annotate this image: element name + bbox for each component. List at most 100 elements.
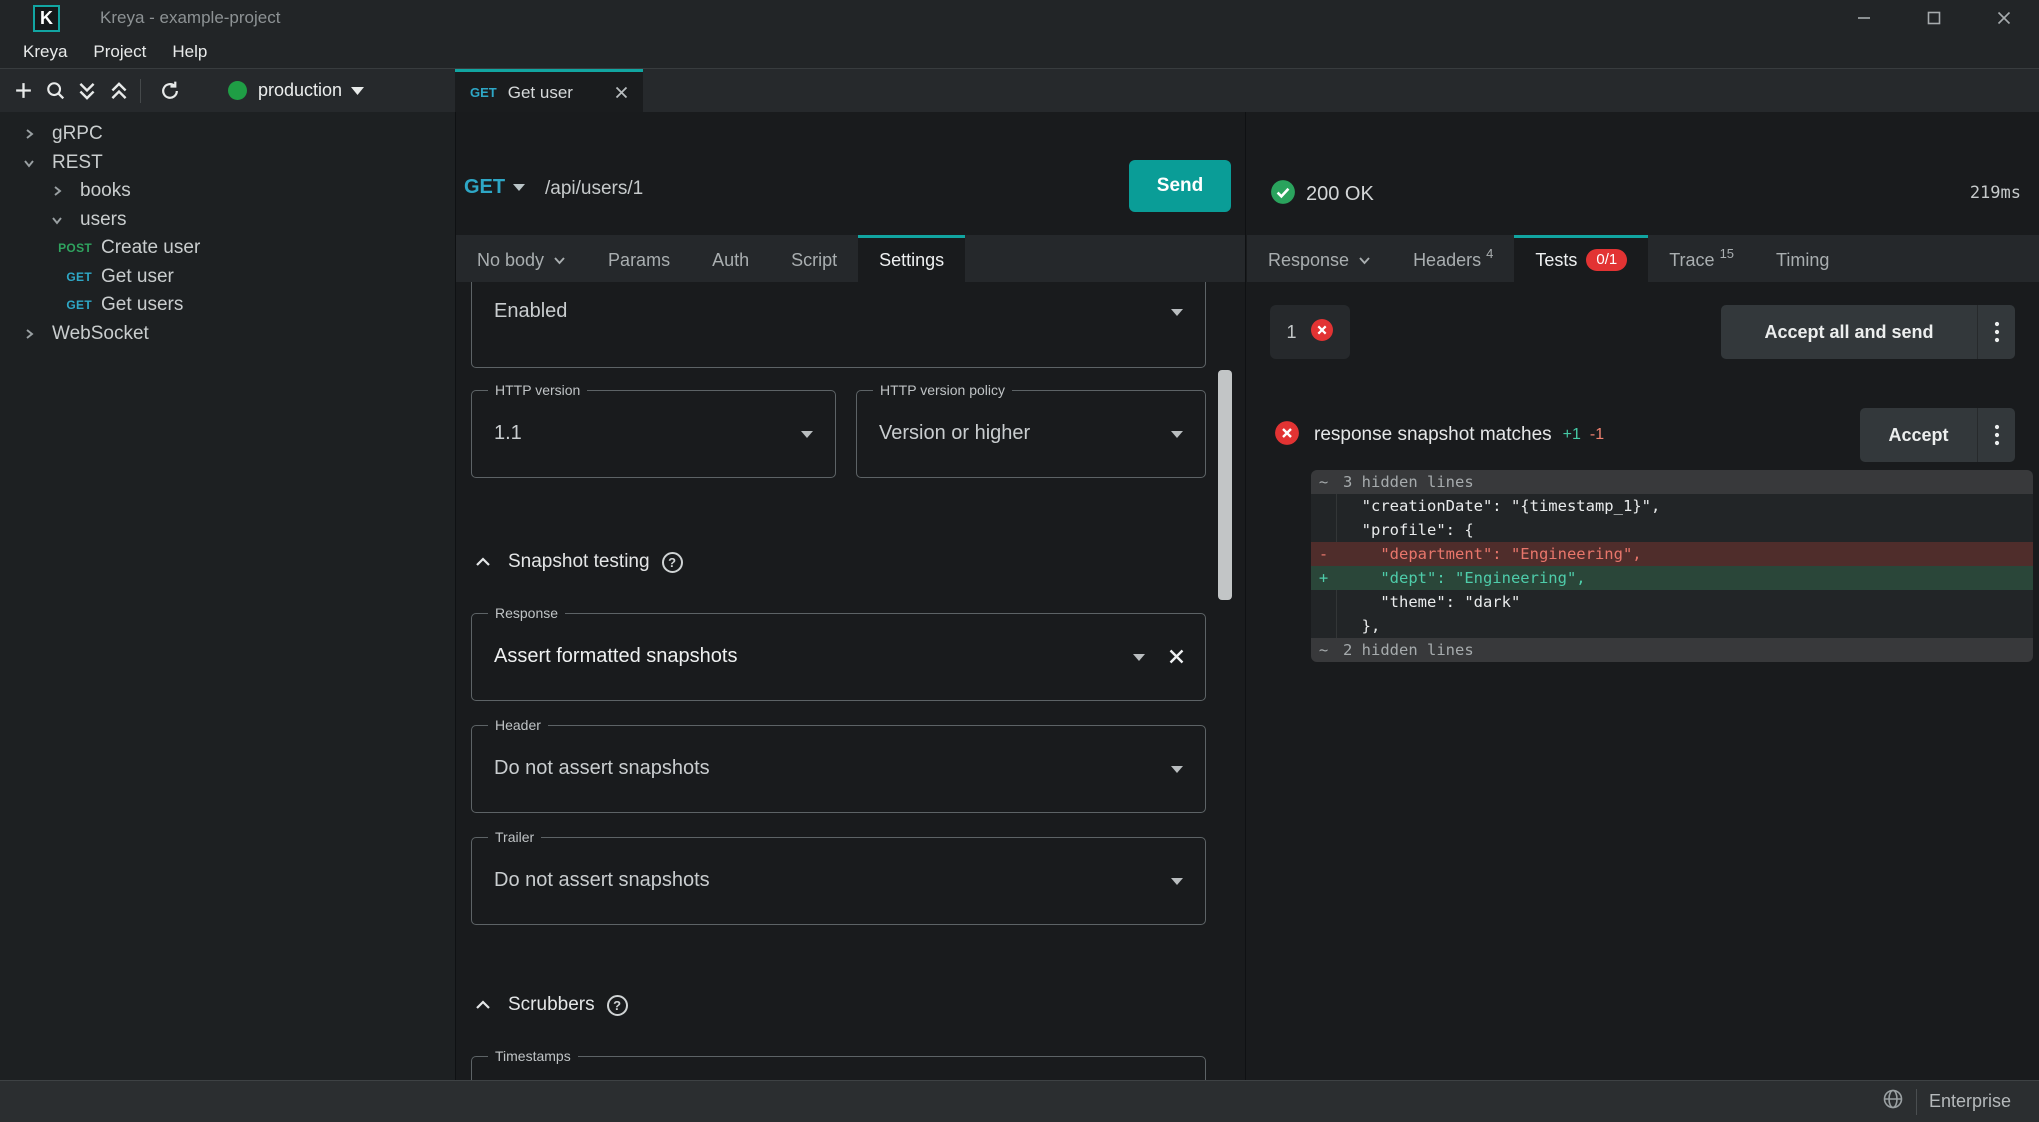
kebab-menu-icon[interactable] bbox=[1977, 408, 2015, 462]
tab-headers[interactable]: Headers4 bbox=[1392, 235, 1514, 282]
diff-code-text: 3 hidden lines bbox=[1337, 470, 1474, 494]
snapshot-diff-viewer: ~3 hidden lines "creationDate": "{timest… bbox=[1311, 470, 2033, 662]
test-result-row[interactable]: response snapshot matches +1 -1 bbox=[1274, 408, 1604, 462]
environment-status-dot bbox=[228, 81, 247, 100]
accept-all-and-send-button[interactable]: Accept all and send bbox=[1721, 305, 2015, 359]
chevron-right-icon[interactable] bbox=[50, 184, 64, 198]
response-status: 200 OK bbox=[1270, 179, 1374, 210]
trailer-snapshot-field[interactable]: Trailer Do not assert snapshots bbox=[471, 837, 1206, 925]
menu-kreya[interactable]: Kreya bbox=[10, 42, 80, 62]
tab-script[interactable]: Script bbox=[770, 235, 858, 282]
diff-line-hidden[interactable]: ~3 hidden lines bbox=[1311, 470, 2033, 494]
chevron-down-icon bbox=[1133, 654, 1145, 661]
chevron-down-icon bbox=[351, 87, 364, 95]
diff-removed-count: -1 bbox=[1590, 426, 1604, 444]
tab-response[interactable]: Response bbox=[1247, 235, 1392, 282]
top-strip: production GET Get user bbox=[0, 68, 2039, 112]
chevron-down-icon bbox=[513, 184, 525, 191]
tree-item-create-user[interactable]: POSTCreate user bbox=[0, 234, 455, 263]
accept-label: Accept bbox=[1860, 408, 1977, 462]
chevron-down-icon[interactable] bbox=[50, 213, 64, 227]
chevron-up-icon[interactable] bbox=[475, 557, 491, 567]
kebab-menu-icon[interactable] bbox=[1977, 305, 2015, 359]
tab-trace[interactable]: Trace15 bbox=[1648, 235, 1755, 282]
chevron-right-icon[interactable] bbox=[22, 127, 36, 141]
expand-all-icon[interactable] bbox=[107, 79, 131, 103]
test-name: response snapshot matches bbox=[1314, 424, 1552, 446]
chevron-up-icon[interactable] bbox=[475, 1000, 491, 1010]
timestamps-field[interactable]: Timestamps bbox=[471, 1056, 1206, 1080]
chevron-right-icon[interactable] bbox=[22, 327, 36, 341]
header-snapshot-value: Do not assert snapshots bbox=[494, 757, 710, 780]
settings-scrollbar[interactable] bbox=[1218, 370, 1232, 600]
clear-icon[interactable] bbox=[1168, 648, 1185, 665]
diff-line-hidden[interactable]: ~2 hidden lines bbox=[1311, 638, 2033, 662]
menu-project[interactable]: Project bbox=[80, 42, 159, 62]
search-icon[interactable] bbox=[43, 79, 67, 103]
refresh-icon[interactable] bbox=[158, 79, 182, 103]
tree-item-get-user[interactable]: GETGet user bbox=[0, 263, 455, 292]
tree-item-books[interactable]: books bbox=[0, 177, 455, 206]
http-version-value: 1.1 bbox=[494, 422, 522, 445]
chevron-down-icon[interactable] bbox=[22, 156, 36, 170]
diff-gutter: ~ bbox=[1311, 470, 1337, 494]
tab-get-user[interactable]: GET Get user bbox=[455, 69, 643, 113]
response-panel: 200 OK 219ms ResponseHeaders4Tests0/1Tra… bbox=[1247, 112, 2039, 1080]
help-icon[interactable]: ? bbox=[662, 552, 683, 573]
maximize-icon[interactable] bbox=[1899, 0, 1969, 36]
tab-title: Get user bbox=[508, 83, 573, 103]
tree-item-label: gRPC bbox=[52, 123, 103, 145]
enabled-field[interactable]: Enabled bbox=[471, 282, 1206, 368]
title-bar: K Kreya - example-project bbox=[0, 0, 2039, 36]
tree-item-label: users bbox=[80, 209, 126, 231]
tab-label: Params bbox=[608, 250, 670, 271]
tree-item-websocket[interactable]: WebSocket bbox=[0, 320, 455, 349]
header-snapshot-field[interactable]: Header Do not assert snapshots bbox=[471, 725, 1206, 813]
diff-gutter: + bbox=[1311, 566, 1337, 590]
environment-selector[interactable]: production bbox=[228, 80, 364, 101]
app-logo-letter: K bbox=[40, 8, 53, 29]
close-window-icon[interactable] bbox=[1969, 0, 2039, 36]
diff-code-text: "department": "Engineering", bbox=[1337, 542, 1642, 566]
tab-timing[interactable]: Timing bbox=[1755, 235, 1850, 282]
trailer-snapshot-value: Do not assert snapshots bbox=[494, 869, 710, 892]
tree-item-rest[interactable]: REST bbox=[0, 149, 455, 178]
minimize-icon[interactable] bbox=[1829, 0, 1899, 36]
http-version-policy-field[interactable]: HTTP version policy Version or higher bbox=[856, 390, 1206, 478]
http-version-field[interactable]: HTTP version 1.1 bbox=[471, 390, 836, 478]
tree-item-users[interactable]: users bbox=[0, 206, 455, 235]
status-code-text: 200 OK bbox=[1306, 183, 1374, 206]
accept-button[interactable]: Accept bbox=[1860, 408, 2015, 462]
tab-tests[interactable]: Tests0/1 bbox=[1514, 235, 1648, 282]
diff-line-context: "creationDate": "{timestamp_1}", bbox=[1311, 494, 2033, 518]
diff-code-text: "creationDate": "{timestamp_1}", bbox=[1337, 494, 1660, 518]
collapse-all-icon[interactable] bbox=[75, 79, 99, 103]
tests-panel: 1 Accept all and send response snapshot … bbox=[1247, 282, 2039, 1080]
tree-item-get-users[interactable]: GETGet users bbox=[0, 291, 455, 320]
tab-no-body[interactable]: No body bbox=[456, 235, 587, 282]
edition-label[interactable]: Enterprise bbox=[1929, 1091, 2011, 1112]
globe-icon bbox=[1882, 1088, 1904, 1115]
trailer-snapshot-label: Trailer bbox=[488, 829, 541, 845]
tree-item-label: Get user bbox=[101, 266, 174, 288]
tree-item-grpc[interactable]: gRPC bbox=[0, 120, 455, 149]
add-icon[interactable] bbox=[11, 79, 35, 103]
http-version-policy-value: Version or higher bbox=[879, 422, 1030, 445]
sidebar: gRPCRESTbooksusersPOSTCreate userGETGet … bbox=[0, 112, 456, 1080]
diff-added-count: +1 bbox=[1563, 426, 1581, 444]
chevron-down-icon bbox=[1171, 878, 1183, 885]
menu-help[interactable]: Help bbox=[159, 42, 220, 62]
tab-close-icon[interactable] bbox=[615, 86, 628, 99]
url-input[interactable]: /api/users/1 bbox=[545, 178, 643, 200]
response-snapshot-field[interactable]: Response Assert formatted snapshots bbox=[471, 613, 1206, 701]
send-button[interactable]: Send bbox=[1129, 160, 1231, 212]
help-icon[interactable]: ? bbox=[607, 995, 628, 1016]
tab-settings[interactable]: Settings bbox=[858, 235, 965, 282]
tree-item-label: Create user bbox=[101, 237, 200, 259]
tab-label: Settings bbox=[879, 250, 944, 271]
method-select[interactable]: GET bbox=[464, 176, 525, 199]
tab-auth[interactable]: Auth bbox=[691, 235, 770, 282]
test-group-card[interactable]: 1 bbox=[1270, 305, 1350, 359]
tab-params[interactable]: Params bbox=[587, 235, 691, 282]
scrubbers-section: Scrubbers ? bbox=[471, 991, 1206, 1019]
